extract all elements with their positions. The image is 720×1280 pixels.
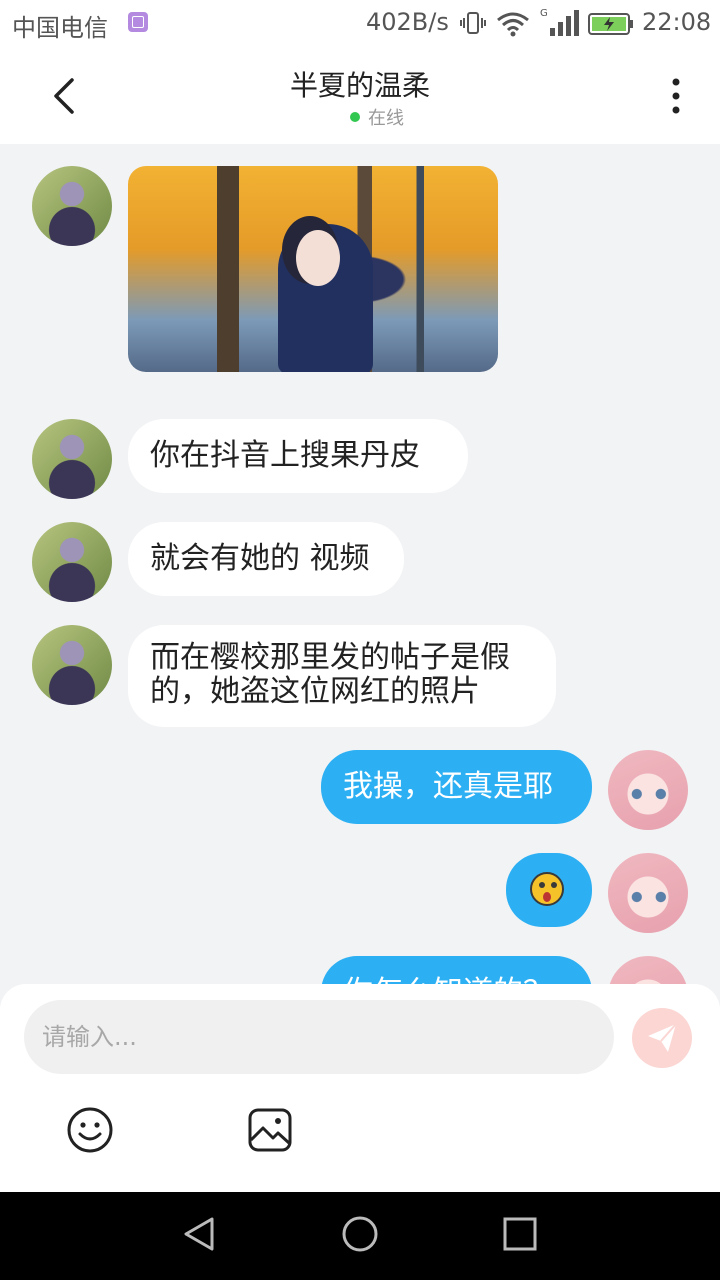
message-bubble-received[interactable]: 就会有她的 视频: [128, 522, 404, 596]
chat-header: 半夏的温柔 在线: [0, 48, 720, 144]
contact-avatar[interactable]: [32, 419, 112, 499]
nav-home-icon[interactable]: [340, 1214, 380, 1254]
vibrate-icon: [460, 12, 486, 34]
image-message[interactable]: [128, 166, 498, 372]
clock: 22:08: [642, 8, 712, 36]
battery-charging-icon: [588, 13, 633, 35]
contact-name: 半夏的温柔: [289, 69, 430, 102]
online-dot-icon: [350, 112, 360, 122]
contact-avatar[interactable]: [32, 625, 112, 705]
my-avatar[interactable]: [608, 956, 688, 984]
message-list[interactable]: 你在抖音上搜果丹皮 就会有她的 视频 而在樱校那里发的帖子是假 的，她盗这位网红…: [0, 144, 720, 984]
my-avatar[interactable]: [608, 853, 688, 933]
online-status-label: 在线: [368, 108, 404, 129]
contact-avatar[interactable]: [32, 522, 112, 602]
message-bubble-received[interactable]: 你在抖音上搜果丹皮: [128, 419, 468, 493]
carrier-label: 中国电信: [12, 14, 108, 42]
message-bubble-received[interactable]: 而在樱校那里发的帖子是假 的，她盗这位网红的照片: [128, 625, 556, 727]
message-bubble-sent[interactable]: 你怎么知道的？: [321, 956, 592, 984]
composer-panel: [0, 984, 720, 1192]
send-icon: [648, 1023, 677, 1052]
smiley-icon[interactable]: [66, 1106, 114, 1154]
online-status: 在线: [350, 104, 404, 130]
nav-recent-apps-icon[interactable]: [500, 1214, 540, 1254]
photo-face: [296, 230, 340, 286]
sim-icon: [128, 12, 148, 32]
status-bar: 中国电信 402B/s G 22:08: [0, 0, 720, 48]
message-bubble-sent[interactable]: 我操，还真是耶: [321, 750, 592, 824]
network-speed: 402B/s: [366, 8, 449, 36]
message-input[interactable]: [24, 1000, 614, 1074]
system-nav-bar: [0, 1192, 720, 1280]
send-button[interactable]: [632, 1008, 692, 1068]
image-icon[interactable]: [246, 1106, 294, 1154]
cellular-signal-icon: G: [540, 8, 579, 36]
wifi-icon: [497, 12, 529, 37]
signal-type-label: G: [540, 8, 548, 19]
nav-back-icon[interactable]: [180, 1214, 220, 1254]
shocked-face-emoji-icon: [530, 872, 564, 906]
my-avatar[interactable]: [608, 750, 688, 830]
more-options-icon[interactable]: [664, 76, 688, 116]
contact-avatar[interactable]: [32, 166, 112, 246]
